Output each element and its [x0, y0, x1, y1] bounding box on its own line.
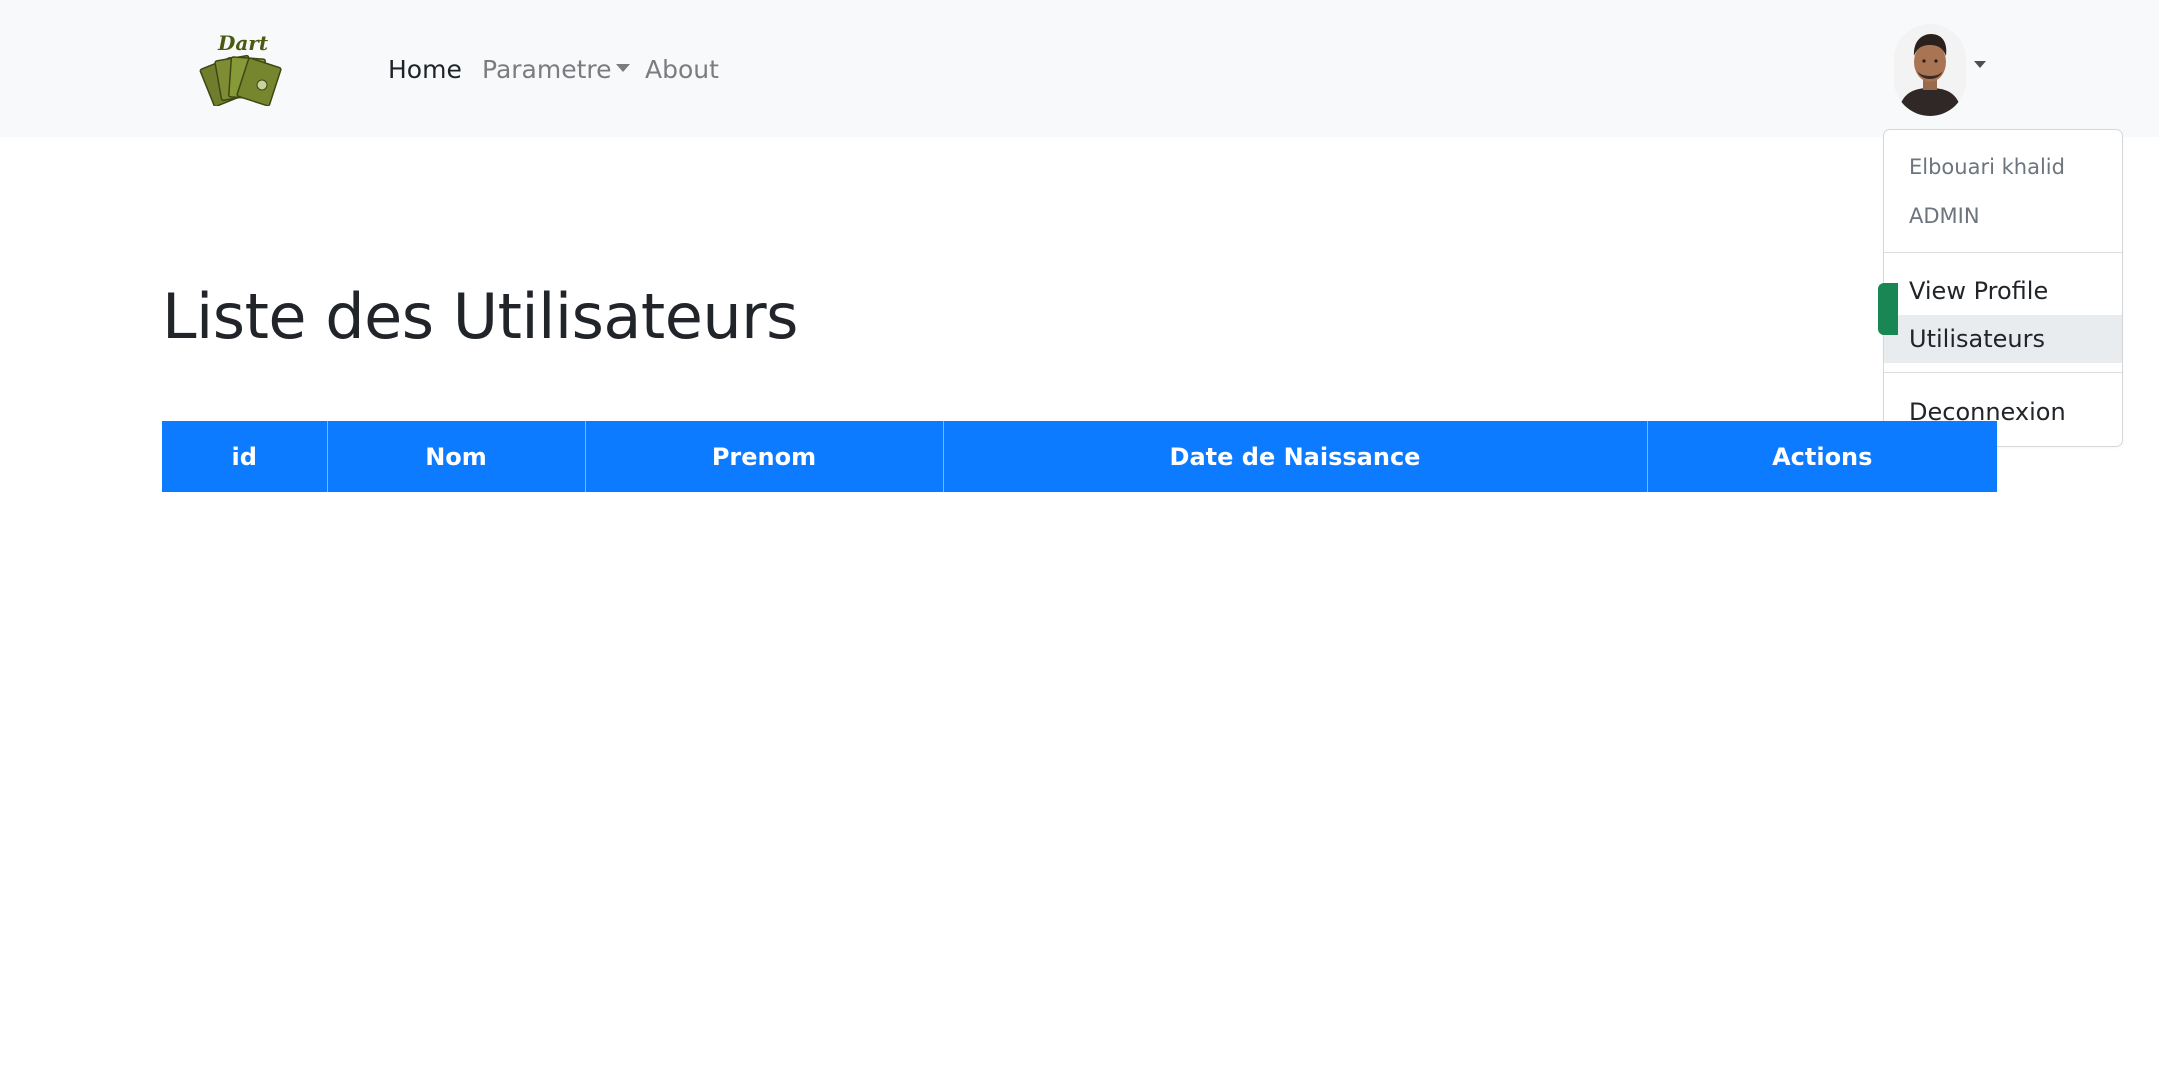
dropdown-divider [1884, 252, 2122, 253]
dropdown-divider [1884, 372, 2122, 373]
users-table: id Nom Prenom Date de Naissance Actions [162, 421, 1997, 492]
caret-down-icon [1974, 61, 1986, 68]
add-user-button[interactable] [1878, 283, 1898, 335]
user-name: Elbouari khalid [1909, 155, 2065, 179]
user-menu-toggle[interactable] [1894, 24, 1998, 116]
money-cards-icon: Dart [199, 31, 282, 108]
user-dropdown-menu: Elbouari khalid ADMIN View Profile Utili… [1883, 129, 2123, 447]
column-header-actions[interactable]: Actions [1647, 421, 1997, 492]
table-header-row: id Nom Prenom Date de Naissance Actions [162, 421, 1997, 492]
column-header-nom[interactable]: Nom [327, 421, 586, 492]
column-header-id[interactable]: id [162, 421, 328, 492]
chevron-down-icon [615, 64, 630, 72]
svg-text:Dart: Dart [217, 31, 269, 55]
navbar: Dart Home Parametre About [0, 0, 2159, 137]
nav-about-link[interactable]: About [645, 55, 719, 85]
column-header-prenom[interactable]: Prenom [585, 421, 944, 492]
brand-logo[interactable]: Dart [196, 30, 288, 108]
column-header-date-naissance[interactable]: Date de Naissance [943, 421, 1648, 492]
avatar [1894, 24, 1966, 116]
nav-home-link[interactable]: Home [388, 55, 462, 85]
utilisateurs-item[interactable]: Utilisateurs [1884, 315, 2122, 363]
page-title: Liste des Utilisateurs [162, 280, 798, 353]
nav-parametre-label: Parametre [482, 55, 612, 84]
nav-parametre-dropdown[interactable]: Parametre [482, 55, 630, 85]
user-role: ADMIN [1909, 204, 1980, 228]
view-profile-item[interactable]: View Profile [1884, 267, 2122, 315]
